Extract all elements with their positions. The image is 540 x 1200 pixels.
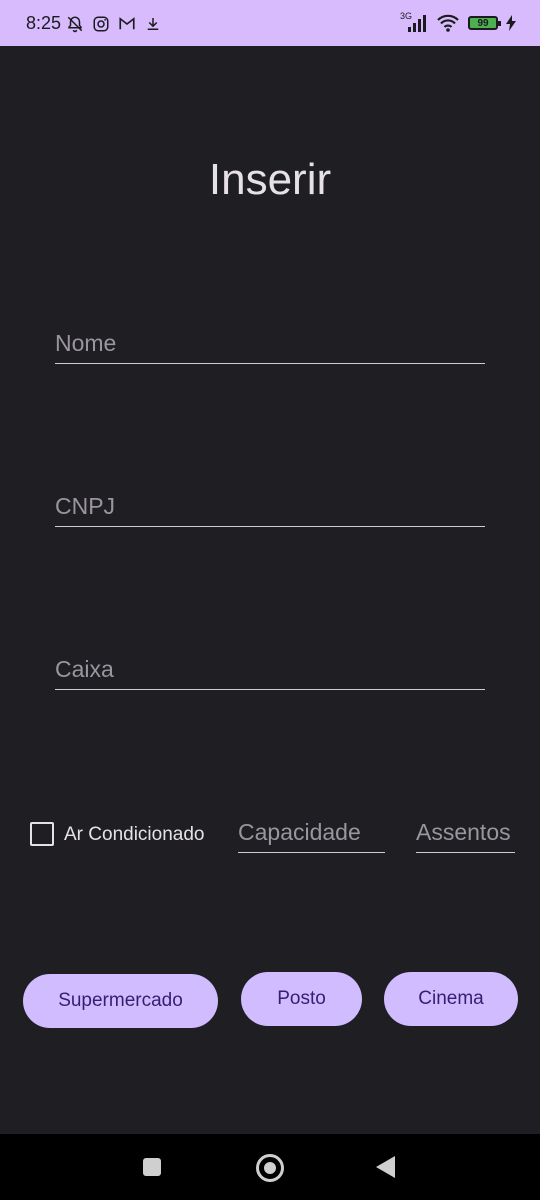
nome-field[interactable]: [55, 323, 485, 364]
download-icon: [147, 18, 159, 30]
wifi-icon: [437, 14, 459, 32]
cnpj-input[interactable]: [55, 486, 485, 526]
caixa-input[interactable]: [55, 649, 485, 689]
ar-condicionado-checkbox[interactable]: [30, 822, 54, 846]
status-system-icons: 3G 99: [400, 11, 516, 33]
assentos-field[interactable]: [416, 812, 515, 853]
capacidade-input[interactable]: [238, 812, 385, 852]
status-bar: 8:25 3G 99: [0, 0, 540, 46]
status-time: 8:25: [26, 13, 62, 33]
capacidade-field[interactable]: [238, 812, 385, 853]
status-notification-icons: [66, 15, 162, 33]
nome-input[interactable]: [55, 323, 485, 363]
navigation-bar: [0, 1134, 540, 1200]
ar-condicionado-label[interactable]: Ar Condicionado: [64, 824, 204, 846]
page-title: Inserir: [208, 155, 332, 204]
signal-icon: 3G: [400, 11, 428, 33]
assentos-input[interactable]: [416, 812, 515, 852]
network-type: 3G: [400, 11, 413, 21]
recents-icon[interactable]: [143, 1158, 161, 1176]
notifications-off-icon: [67, 16, 83, 33]
home-icon[interactable]: [256, 1154, 284, 1182]
cnpj-field[interactable]: [55, 486, 485, 527]
back-icon[interactable]: [376, 1156, 395, 1178]
charging-icon: [506, 15, 516, 31]
caixa-field[interactable]: [55, 649, 485, 690]
gmail-icon: [119, 17, 135, 30]
posto-button[interactable]: Posto: [241, 972, 362, 1026]
supermercado-button[interactable]: Supermercado: [23, 974, 218, 1028]
options-row: Ar Condicionado: [30, 812, 520, 856]
instagram-icon: [93, 16, 109, 32]
battery-icon: 99: [468, 16, 501, 30]
cinema-button[interactable]: Cinema: [384, 972, 518, 1026]
battery-level: 99: [477, 17, 489, 29]
